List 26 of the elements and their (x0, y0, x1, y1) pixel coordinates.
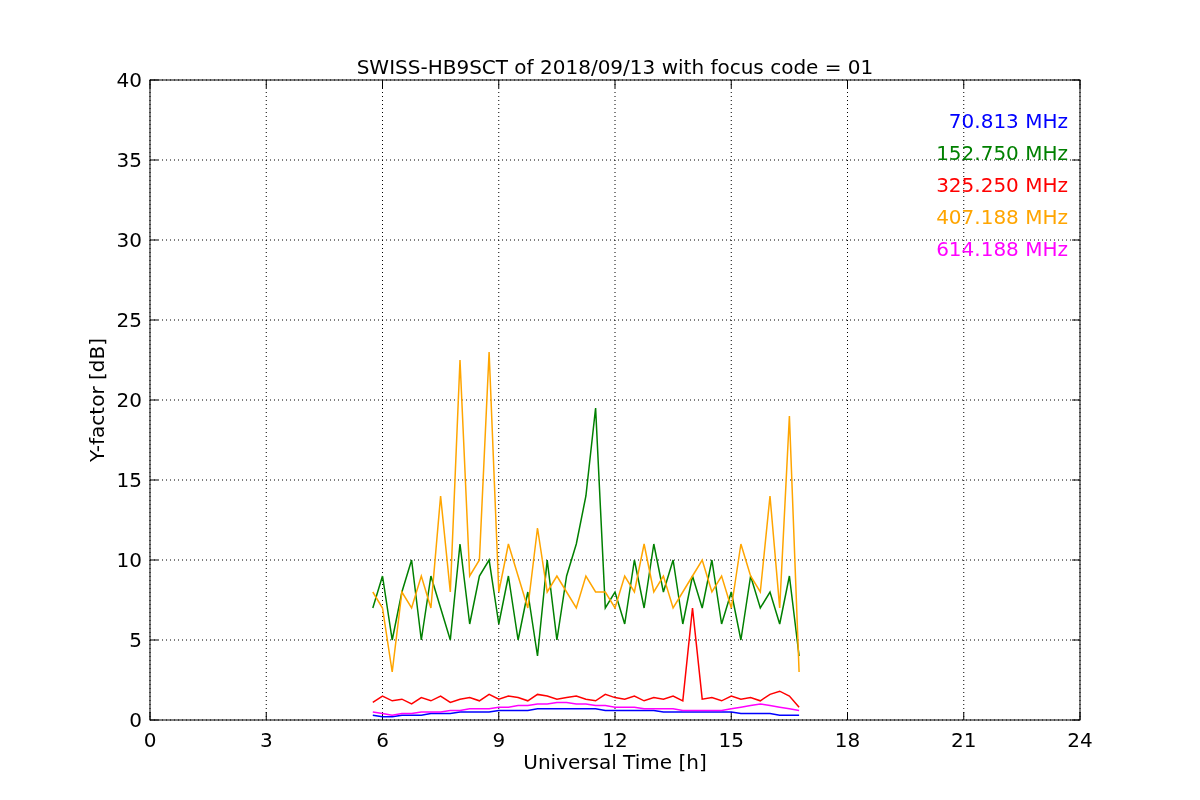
axis-tick-label: 18 (834, 728, 861, 752)
axis-tick-label: 9 (492, 728, 506, 752)
axis-title: Universal Time [h] (523, 750, 707, 774)
axis-tick-label: 6 (376, 728, 389, 752)
axis-tick-label: 0 (143, 728, 157, 752)
axis-tick-label: 3 (259, 728, 273, 752)
axis-tick-label: 20 (116, 388, 142, 412)
axis-tick-label: 40 (116, 68, 142, 92)
axis-tick-label: 21 (951, 728, 977, 752)
axis-tick-label: 35 (116, 148, 142, 172)
legend-label: 70.813 MHz (948, 109, 1068, 133)
axis-tick-label: 5 (129, 628, 142, 652)
axis-tick-label: 15 (718, 728, 744, 752)
chart-title: SWISS-HB9SCT of 2018/09/13 with focus code = 01 (356, 55, 874, 79)
axis-tick-label: 25 (116, 308, 142, 332)
axis-tick-label: 15 (116, 468, 142, 492)
axis-tick-label: 10 (116, 548, 142, 572)
legend-label: 152.750 MHz (936, 141, 1068, 165)
legend-label: 407.188 MHz (936, 205, 1068, 229)
axis-tick-label: 0 (129, 708, 142, 732)
axis-title: Y-factor [dB] (85, 338, 109, 462)
axis-tick-label: 30 (116, 228, 142, 252)
legend-label: 614.188 MHz (936, 237, 1068, 261)
axis-tick-label: 12 (602, 728, 628, 752)
axis-tick-label: 24 (1067, 728, 1093, 752)
legend-label: 325.250 MHz (936, 173, 1068, 197)
